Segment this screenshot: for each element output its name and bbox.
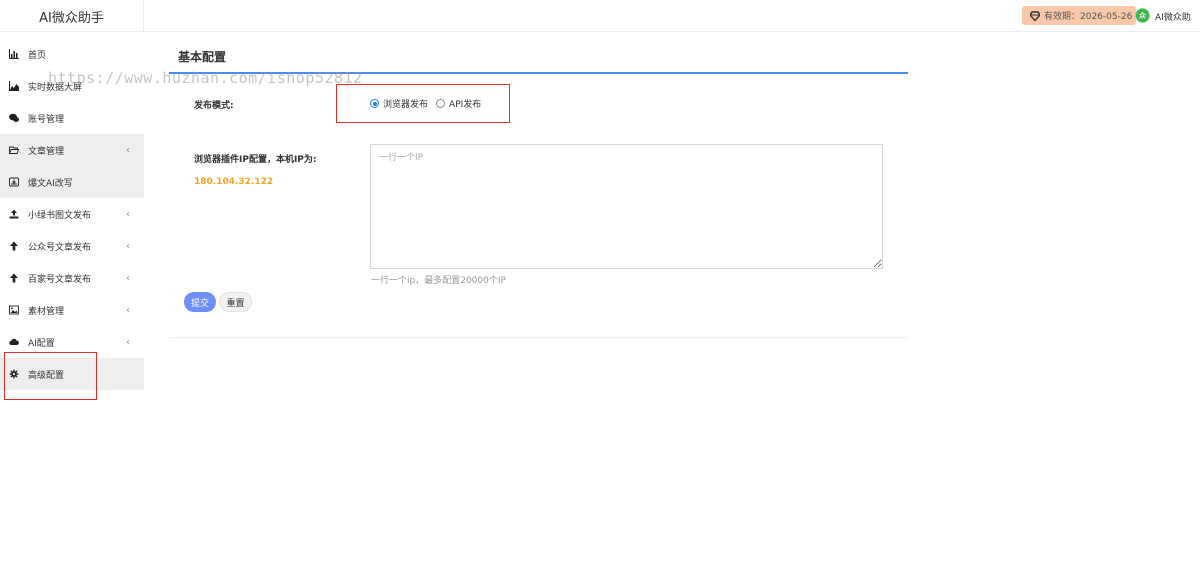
upload-icon bbox=[9, 209, 19, 219]
sidebar-item-label: 首页 bbox=[28, 50, 47, 61]
chevron-left-icon: ‹ bbox=[126, 209, 130, 220]
sidebar-item-label: 百家号文章发布 bbox=[28, 274, 92, 285]
chevron-left-icon: ‹ bbox=[126, 241, 130, 252]
submit-button[interactable]: 提交 bbox=[184, 292, 216, 312]
watermark-text: https://www.huzhan.com/ishop52812 bbox=[48, 69, 363, 87]
reset-button[interactable]: 重置 bbox=[219, 292, 252, 312]
area-chart-icon bbox=[9, 81, 19, 91]
diamond-icon bbox=[1030, 10, 1040, 21]
sidebar-item-baijiahao-publish[interactable]: 百家号文章发布 ‹ bbox=[0, 262, 144, 294]
bar-chart-icon bbox=[9, 49, 19, 59]
page-title: 基本配置 bbox=[178, 50, 227, 64]
sidebar-item-xiaolvshu-publish[interactable]: 小绿书图文发布 ‹ bbox=[0, 198, 144, 230]
wechat-icon bbox=[9, 113, 19, 123]
sidebar-item-label: AI配置 bbox=[28, 338, 55, 349]
sidebar-item-label: 爆文AI改写 bbox=[28, 178, 73, 189]
top-header: AI微众助手 有效期：2026-05-26 众 AI微众助 bbox=[0, 0, 1200, 32]
ip-list-textarea[interactable] bbox=[370, 144, 883, 269]
sidebar-item-articles[interactable]: 文章管理 ‹ bbox=[0, 134, 144, 166]
image-icon bbox=[9, 305, 19, 315]
chevron-left-icon: ‹ bbox=[126, 305, 130, 316]
folder-open-icon bbox=[9, 145, 19, 155]
sidebar-item-home[interactable]: 首页 bbox=[0, 38, 144, 70]
sidebar-item-wechat-publish[interactable]: 公众号文章发布 ‹ bbox=[0, 230, 144, 262]
sidebar-item-label: 素材管理 bbox=[28, 306, 65, 317]
expiry-text: 有效期：2026-05-26 bbox=[1044, 12, 1133, 22]
local-ip-value: 180.104.32.122 bbox=[194, 177, 274, 187]
chevron-left-icon: ‹ bbox=[126, 337, 130, 348]
expiry-badge: 有效期：2026-05-26 bbox=[1022, 6, 1136, 25]
user-name[interactable]: AI微众助 bbox=[1155, 10, 1191, 23]
highlight-box-advanced-config bbox=[4, 352, 97, 400]
sidebar-item-materials[interactable]: 素材管理 ‹ bbox=[0, 294, 144, 326]
publish-mode-label: 发布模式: bbox=[194, 101, 234, 111]
sidebar: 首页 实时数据大屏 账号管理 文章管理 ‹ 爆文AI改写 小绿书图文发布 ‹ 公… bbox=[0, 32, 144, 578]
cloud-icon bbox=[9, 337, 19, 347]
sidebar-item-label: 公众号文章发布 bbox=[28, 242, 92, 253]
sidebar-item-label: 文章管理 bbox=[28, 146, 65, 157]
sidebar-item-label: 账号管理 bbox=[28, 114, 65, 125]
ip-hint-text: 一行一个ip，最多配置20000个IP bbox=[371, 276, 506, 286]
arrow-up-icon bbox=[9, 273, 19, 283]
chevron-left-icon: ‹ bbox=[126, 273, 130, 284]
highlight-box-publish-mode bbox=[336, 84, 510, 123]
ip-config-label: 浏览器插件IP配置，本机IP为: bbox=[194, 155, 317, 165]
sidebar-item-ai-rewrite[interactable]: 爆文AI改写 bbox=[0, 166, 144, 198]
sidebar-item-accounts[interactable]: 账号管理 bbox=[0, 102, 144, 134]
user-avatar[interactable]: 众 bbox=[1135, 8, 1150, 23]
app-logo[interactable]: AI微众助手 bbox=[0, 0, 144, 32]
arrow-up-icon bbox=[9, 241, 19, 251]
sidebar-item-label: 小绿书图文发布 bbox=[28, 210, 92, 221]
inbox-icon bbox=[9, 177, 19, 187]
chevron-left-icon: ‹ bbox=[126, 145, 130, 156]
